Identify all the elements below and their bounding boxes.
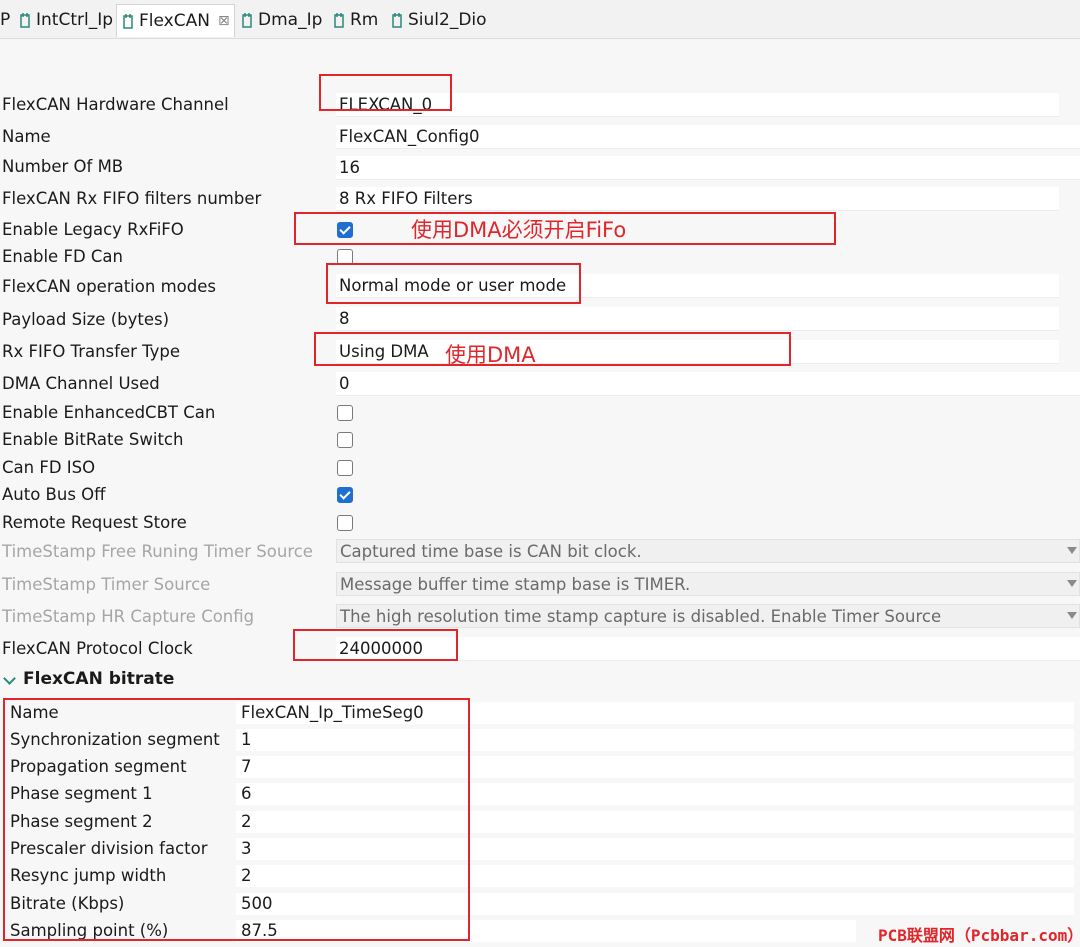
watermark: PCB联盟网（Pcbbar.com）	[878, 926, 1080, 945]
property-label: Enable BitRate Switch	[2, 430, 184, 449]
property-label: Rx FIFO Transfer Type	[2, 342, 181, 361]
chevron-down-icon	[3, 672, 16, 685]
annotation-dma: 使用DMA	[445, 343, 536, 367]
section-title: FlexCAN bitrate	[23, 669, 175, 689]
tab-dma-ip[interactable]: Dma_Ip	[240, 6, 322, 34]
plugin-icon	[334, 12, 344, 28]
plugin-icon	[123, 13, 133, 29]
tab-label: FlexCAN	[139, 11, 210, 31]
plugin-icon	[242, 12, 252, 28]
number-of-mb-field[interactable]: 16	[336, 156, 1080, 180]
property-label: TimeStamp HR Capture Config	[2, 607, 255, 626]
tab-flexcan[interactable]: FlexCAN ⊠	[116, 4, 235, 37]
property-label: Can FD ISO	[2, 458, 96, 477]
tab-label: Dma_Ip	[258, 10, 323, 30]
tab-label: Siul2_Dio	[408, 10, 487, 30]
can-fd-iso-checkbox[interactable]	[337, 460, 353, 476]
auto-bus-off-checkbox[interactable]	[337, 487, 353, 503]
dropdown-value: Message buffer time stamp base is TIMER.	[340, 575, 691, 594]
timestamp-hr-capture-dropdown[interactable]: The high resolution time stamp capture i…	[336, 604, 1080, 628]
property-label: FlexCAN Protocol Clock	[2, 639, 193, 658]
tab-p[interactable]: P	[0, 6, 10, 34]
property-label: Auto Bus Off	[2, 485, 106, 504]
close-icon[interactable]: ⊠	[218, 13, 230, 29]
tab-intctrl-ip[interactable]: IntCtrl_Ip	[18, 6, 113, 34]
property-label: FlexCAN Hardware Channel	[2, 95, 229, 114]
dma-channel-field[interactable]: 0	[336, 372, 1080, 396]
payload-size-field[interactable]: 8	[336, 307, 1059, 331]
remote-request-store-checkbox[interactable]	[337, 515, 353, 531]
property-label: DMA Channel Used	[2, 374, 160, 393]
tab-label: IntCtrl_Ip	[36, 10, 114, 30]
config-name-field[interactable]: FlexCAN_Config0	[336, 125, 1080, 149]
chevron-down-icon	[1067, 612, 1077, 619]
rx-fifo-filters-field[interactable]: 8 Rx FIFO Filters	[336, 187, 1059, 211]
timestamp-timer-source-dropdown[interactable]: Message buffer time stamp base is TIMER.	[336, 572, 1080, 596]
tab-rm[interactable]: Rm	[332, 6, 378, 34]
property-label: FlexCAN operation modes	[2, 277, 216, 296]
chevron-down-icon	[1067, 547, 1077, 554]
tab-label: Rm	[350, 10, 379, 30]
property-label: Enable EnhancedCBT Can	[2, 403, 216, 422]
highlight-box	[326, 263, 581, 304]
property-label: Payload Size (bytes)	[2, 310, 170, 329]
property-label: Enable FD Can	[2, 247, 123, 266]
enable-enhancedcbt-checkbox[interactable]	[337, 405, 353, 421]
bitrate-section-header[interactable]: FlexCAN bitrate	[0, 668, 1080, 692]
highlight-box	[293, 629, 458, 661]
property-label: Name	[2, 127, 51, 146]
tab-label: P	[0, 10, 11, 30]
property-label: Enable Legacy RxFiFO	[2, 220, 184, 239]
property-label: Number Of MB	[2, 157, 124, 176]
highlight-box	[3, 698, 470, 941]
dropdown-value: The high resolution time stamp capture i…	[340, 607, 942, 626]
highlight-box	[314, 332, 791, 366]
dropdown-value: Captured time base is CAN bit clock.	[340, 542, 642, 561]
property-label: Remote Request Store	[2, 513, 187, 532]
annotation-fifo: 使用DMA必须开启FiFo	[411, 218, 627, 242]
tab-siul2-dio[interactable]: Siul2_Dio	[390, 6, 487, 34]
enable-bitrate-switch-checkbox[interactable]	[337, 432, 353, 448]
plugin-icon	[392, 12, 402, 28]
property-label: FlexCAN Rx FIFO filters number	[2, 189, 262, 208]
editor-tab-bar: P IntCtrl_Ip FlexCAN ⊠ Dma_Ip Rm Siul2_D…	[0, 0, 1080, 39]
chevron-down-icon	[1067, 580, 1077, 587]
highlight-box	[319, 74, 452, 111]
property-label: TimeStamp Timer Source	[2, 575, 211, 594]
plugin-icon	[20, 12, 30, 28]
property-label: TimeStamp Free Runing Timer Source	[2, 542, 313, 561]
timestamp-free-timer-dropdown[interactable]: Captured time base is CAN bit clock.	[336, 539, 1080, 563]
